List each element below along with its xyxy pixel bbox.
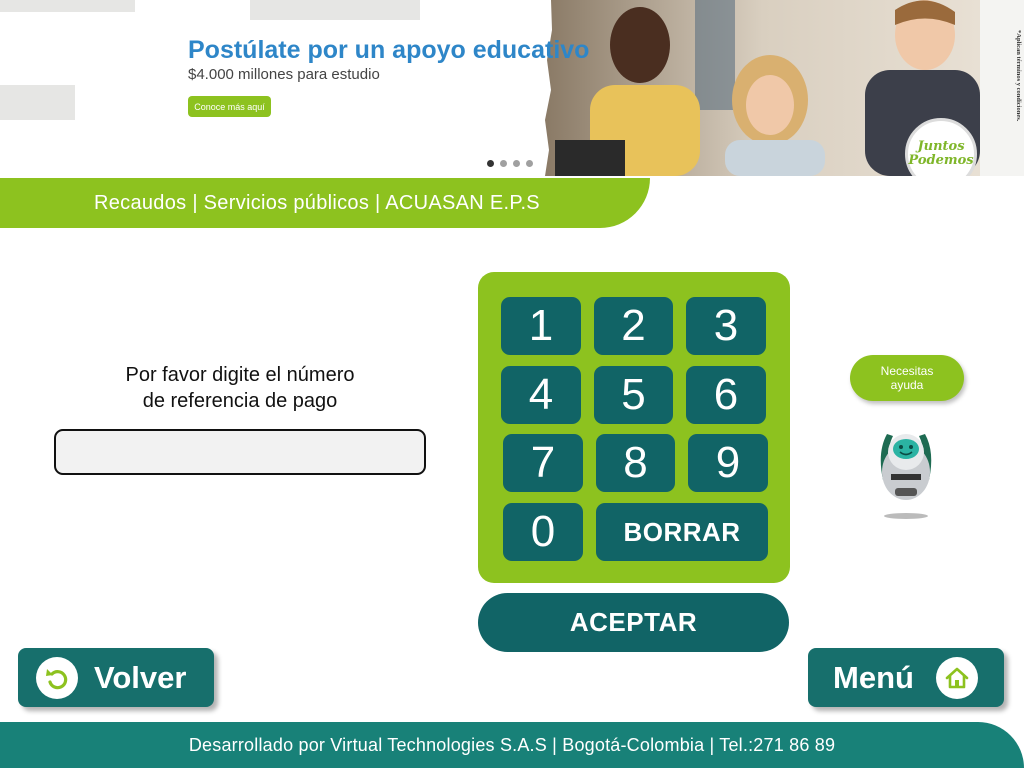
key-7[interactable]: 7 <box>503 434 583 492</box>
carousel-dot[interactable] <box>513 160 520 167</box>
help-line-2: ayuda <box>890 378 924 392</box>
prompt-line-2: de referencia de pago <box>142 390 338 412</box>
banner-title: Postúlate por un apoyo educativo <box>188 36 590 64</box>
carousel-dot[interactable] <box>500 160 507 167</box>
banner-cta-button[interactable]: Conoce más aquí <box>188 96 271 117</box>
footer: Desarrollado por Virtual Technologies S.… <box>0 722 1024 768</box>
clear-button[interactable]: BORRAR <box>596 503 768 561</box>
promo-banner[interactable]: Postúlate por un apoyo educativo $4.000 … <box>0 0 1024 176</box>
carousel-dot[interactable] <box>526 160 533 167</box>
terms-note: *Aplican términos y condiciones. <box>1015 30 1022 122</box>
banner-background <box>0 0 560 176</box>
menu-label: Menú <box>833 659 914 695</box>
robot-icon[interactable] <box>873 422 939 522</box>
undo-arrow-icon <box>36 656 78 699</box>
footer-text: Desarrollado por Virtual Technologies S.… <box>188 734 836 755</box>
back-button[interactable]: Volver <box>18 648 214 707</box>
paper-scrap <box>250 0 420 20</box>
paper-scrap <box>0 0 135 12</box>
banner-subtitle: $4.000 millones para estudio <box>188 66 380 83</box>
accept-button[interactable]: ACEPTAR <box>478 593 789 652</box>
key-0[interactable]: 0 <box>503 503 583 561</box>
help-button[interactable]: Necesitas ayuda <box>850 355 964 401</box>
key-4[interactable]: 4 <box>501 366 581 424</box>
key-2[interactable]: 2 <box>594 297 673 355</box>
paper-scrap <box>0 85 75 120</box>
key-5[interactable]: 5 <box>594 366 673 424</box>
breadcrumb: Recaudos | Servicios públicos | ACUASAN … <box>0 178 650 228</box>
carousel-dot[interactable] <box>487 160 494 167</box>
numeric-keypad: 1 2 3 4 5 6 7 8 9 0 BORRAR <box>478 272 790 583</box>
breadcrumb-text: Recaudos | Servicios públicos | ACUASAN … <box>94 191 540 214</box>
home-icon <box>935 656 978 699</box>
logo-line-1: Juntos <box>917 139 965 154</box>
reference-prompt: Por favor digite el número de referencia… <box>60 362 420 414</box>
key-9[interactable]: 9 <box>688 434 768 492</box>
prompt-line-1: Por favor digite el número <box>125 364 355 386</box>
reference-number-input[interactable] <box>54 429 426 475</box>
carousel-indicators[interactable] <box>487 160 533 167</box>
key-6[interactable]: 6 <box>686 366 766 424</box>
menu-button[interactable]: Menú <box>808 648 1004 707</box>
key-8[interactable]: 8 <box>596 434 675 492</box>
logo-line-2: Podemos <box>908 153 974 168</box>
key-1[interactable]: 1 <box>501 297 581 355</box>
help-line-1: Necesitas <box>880 364 934 378</box>
back-label: Volver <box>94 659 187 695</box>
key-3[interactable]: 3 <box>686 297 766 355</box>
